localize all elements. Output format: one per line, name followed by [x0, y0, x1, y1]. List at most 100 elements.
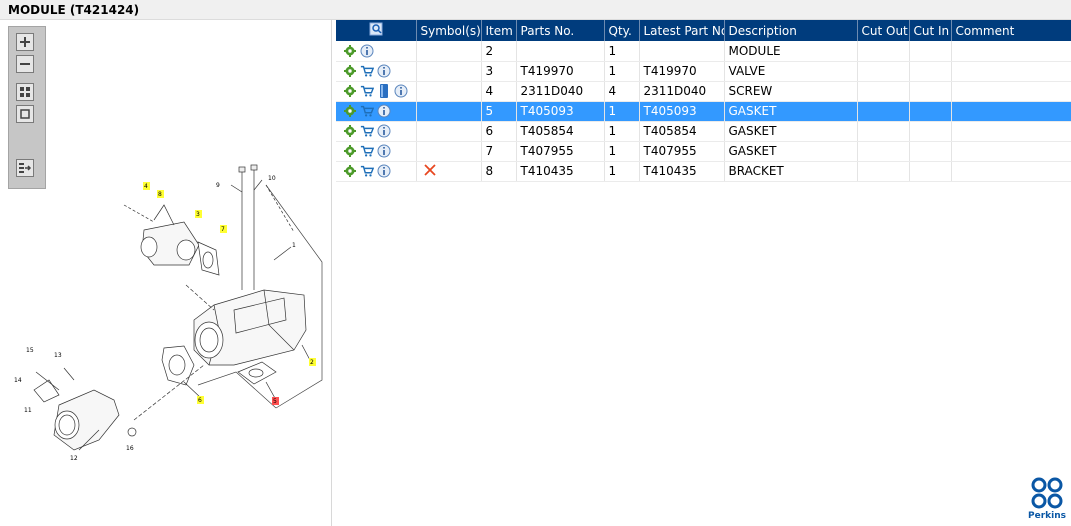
fit-window-icon — [20, 87, 30, 97]
callout-16[interactable]: 16 — [126, 445, 134, 452]
cart-icon[interactable] — [360, 164, 374, 178]
part-no-cell: T407955 — [516, 141, 605, 162]
callout-10[interactable]: 10 — [268, 175, 276, 182]
column-header-parts-no[interactable]: Parts No. — [516, 20, 605, 41]
symbol-cell — [416, 161, 482, 182]
callout-11[interactable]: 11 — [24, 407, 32, 414]
qty-cell: 1 — [604, 61, 640, 82]
comment-cell — [951, 121, 1071, 142]
item-cell: 3 — [481, 61, 517, 82]
column-header-search[interactable] — [336, 20, 417, 41]
info-icon[interactable] — [377, 64, 391, 78]
gear-icon[interactable] — [343, 84, 357, 98]
info-icon[interactable] — [394, 84, 408, 98]
item-cell: 5 — [481, 101, 517, 122]
gear-icon[interactable] — [343, 104, 357, 118]
table-row[interactable]: 6 T405854 1 T405854 GASKET — [336, 121, 1071, 142]
cart-icon[interactable] — [360, 84, 374, 98]
row-actions-cell — [336, 61, 417, 82]
perkins-logo-icon — [1031, 477, 1063, 509]
cut-out-cell — [857, 81, 910, 102]
item-cell: 8 — [481, 161, 517, 182]
cart-icon[interactable] — [360, 124, 374, 138]
callout-5[interactable]: 5 — [273, 398, 277, 405]
latest-part-no-cell: T407955 — [639, 141, 725, 162]
part-no-cell — [516, 41, 605, 62]
cut-in-cell — [909, 101, 952, 122]
cut-out-cell — [857, 141, 910, 162]
column-header-item[interactable]: Item — [481, 20, 517, 41]
zoom-in-button[interactable] — [16, 33, 34, 51]
callout-6[interactable]: 6 — [198, 397, 202, 404]
info-icon[interactable] — [377, 104, 391, 118]
comment-cell — [951, 161, 1071, 182]
manual-icon[interactable] — [377, 84, 391, 98]
callout-2[interactable]: 2 — [310, 359, 314, 366]
gear-icon[interactable] — [343, 144, 357, 158]
callout-4[interactable]: 4 — [144, 183, 148, 190]
column-header-description[interactable]: Description — [724, 20, 858, 41]
qty-cell: 1 — [604, 121, 640, 142]
callout-7[interactable]: 7 — [221, 226, 225, 233]
gear-icon[interactable] — [343, 64, 357, 78]
callout-3[interactable]: 3 — [196, 211, 200, 218]
symbol-cell — [416, 61, 482, 82]
zoom-in-icon — [20, 37, 30, 47]
callout-14[interactable]: 14 — [14, 377, 22, 384]
column-header-qty[interactable]: Qty. — [604, 20, 640, 41]
part-no-cell: 2311D040 — [516, 81, 605, 102]
comment-cell — [951, 61, 1071, 82]
zoom-out-icon — [20, 63, 30, 65]
fit-window-button[interactable] — [16, 83, 34, 101]
row-actions-cell — [336, 121, 417, 142]
callout-8[interactable]: 8 — [158, 191, 162, 198]
info-icon[interactable] — [377, 124, 391, 138]
part-no-cell: T405854 — [516, 121, 605, 142]
table-row[interactable]: 5 T405093 1 T405093 GASKET — [336, 101, 1071, 122]
perkins-logo: Perkins — [1025, 476, 1069, 524]
qty-cell: 1 — [604, 101, 640, 122]
description-cell: GASKET — [724, 101, 858, 122]
search-parts-icon[interactable] — [369, 22, 383, 36]
gear-icon[interactable] — [343, 124, 357, 138]
gear-icon[interactable] — [343, 164, 357, 178]
row-actions-cell — [336, 41, 417, 62]
cart-icon[interactable] — [360, 104, 374, 118]
item-cell: 2 — [481, 41, 517, 62]
latest-part-no-cell: T405854 — [639, 121, 725, 142]
item-cell: 6 — [481, 121, 517, 142]
cart-icon[interactable] — [360, 64, 374, 78]
row-actions-cell — [336, 101, 417, 122]
gear-icon[interactable] — [343, 44, 357, 58]
table-header: Symbol(s) Item Parts No. Qty. Latest Par… — [336, 20, 1071, 41]
callout-9[interactable]: 9 — [216, 182, 220, 189]
info-icon[interactable] — [377, 164, 391, 178]
table-row[interactable]: 8 T410435 1 T410435 BRACKET — [336, 161, 1071, 182]
zoom-out-button[interactable] — [16, 55, 34, 73]
column-header-cut-in[interactable]: Cut In — [909, 20, 952, 41]
drawing-pane: 9 10 1 15 13 14 11 12 16 4 8 3 7 2 6 5 — [4, 20, 332, 526]
column-header-latest-part-no[interactable]: Latest Part No. — [639, 20, 725, 41]
exploded-parts-drawing[interactable]: 9 10 1 15 13 14 11 12 16 4 8 3 7 2 6 5 — [4, 150, 332, 480]
comment-cell — [951, 141, 1071, 162]
callout-15[interactable]: 15 — [26, 347, 34, 354]
actual-size-button[interactable] — [16, 105, 34, 123]
table-row[interactable]: 7 T407955 1 T407955 GASKET — [336, 141, 1071, 162]
callout-13[interactable]: 13 — [54, 352, 62, 359]
callout-12[interactable]: 12 — [70, 455, 78, 462]
table-row[interactable]: 3 T419970 1 T419970 VALVE — [336, 61, 1071, 82]
info-icon[interactable] — [360, 44, 374, 58]
info-icon[interactable] — [377, 144, 391, 158]
cut-in-cell — [909, 161, 952, 182]
symbol-cell — [416, 121, 482, 142]
column-header-symbols[interactable]: Symbol(s) — [416, 20, 482, 41]
table-row[interactable]: 4 2311D040 4 2311D040 SCREW — [336, 81, 1071, 102]
description-cell: MODULE — [724, 41, 858, 62]
callout-1[interactable]: 1 — [292, 242, 296, 249]
comment-cell — [951, 41, 1071, 62]
cart-icon[interactable] — [360, 144, 374, 158]
comment-cell — [951, 81, 1071, 102]
table-row[interactable]: 2 1 MODULE — [336, 41, 1071, 62]
column-header-cut-out[interactable]: Cut Out — [857, 20, 910, 41]
column-header-comment[interactable]: Comment — [951, 20, 1071, 41]
